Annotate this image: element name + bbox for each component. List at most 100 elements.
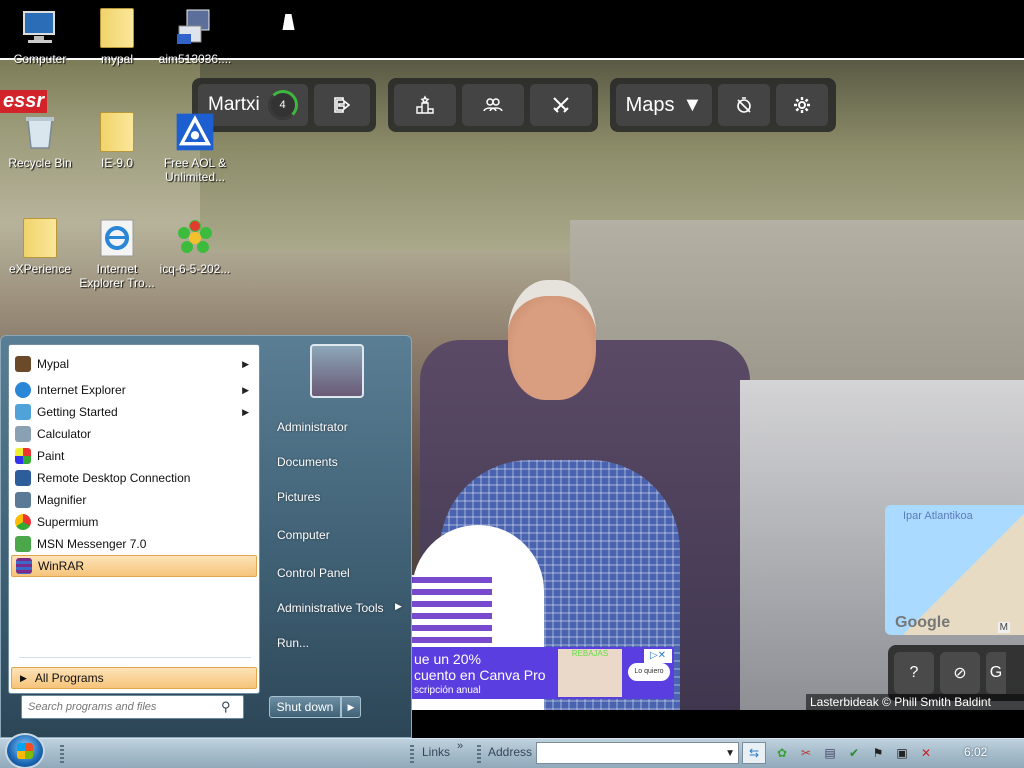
desktop-icon-recycle-bin[interactable]: Recycle Bin xyxy=(0,112,80,170)
logout-button[interactable] xyxy=(313,84,370,126)
podium-icon xyxy=(416,95,434,114)
search-input[interactable] xyxy=(28,701,221,713)
all-programs-button[interactable]: ▶ All Programs xyxy=(11,667,257,689)
links-toolbar[interactable]: Links xyxy=(422,745,450,759)
ad-image: REBAJAS xyxy=(558,649,622,697)
icon-label: IE-9.0 xyxy=(100,156,133,170)
ad-cta-button[interactable]: Lo quiero xyxy=(628,663,670,681)
icon-label: Free AOL & Unlimited... xyxy=(163,156,227,184)
start-item-label: Run... xyxy=(277,636,310,650)
timer-off-button[interactable] xyxy=(718,84,770,126)
program-supermium[interactable]: Supermium xyxy=(11,511,257,533)
guess-button[interactable]: G xyxy=(986,652,1006,694)
toolbar-grip[interactable] xyxy=(410,745,414,763)
start-search-box[interactable]: ⚲ xyxy=(21,695,244,719)
keyboard-shortcuts-icon[interactable]: M xyxy=(997,622,1010,633)
taskbar-grip[interactable] xyxy=(60,745,64,763)
start-menu: Mypal ▶ Internet Explorer ▶ Getting Star… xyxy=(0,335,412,738)
document-tray-icon[interactable]: ▤ xyxy=(822,745,838,761)
go-arrows-icon: ⇆ xyxy=(748,746,760,760)
all-programs-label: All Programs xyxy=(34,671,104,685)
maps-dropdown[interactable]: Maps ▼ xyxy=(616,84,712,126)
icq-tray-icon[interactable]: ✿ xyxy=(774,745,790,761)
guess-label: G xyxy=(989,664,1003,681)
start-item-control-panel[interactable]: Control Panel xyxy=(277,566,350,580)
desktop-icon-ie-troubleshooter[interactable]: Internet Explorer Tro... xyxy=(77,218,157,290)
dropdown-arrow-icon[interactable]: ▼ xyxy=(725,748,735,759)
system-clock[interactable]: 6:02 xyxy=(964,745,987,759)
user-avatar[interactable] xyxy=(310,344,364,398)
supermium-icon xyxy=(15,514,31,530)
desktop-icon-experience[interactable]: eXPerience xyxy=(0,218,80,276)
calculator-icon xyxy=(15,426,31,442)
go-button[interactable]: ⇆ xyxy=(742,742,766,764)
icon-label: mypal xyxy=(100,52,133,66)
program-calculator[interactable]: Calculator xyxy=(11,423,257,445)
folder-icon xyxy=(20,218,60,258)
network-tray-icon[interactable]: ▣ xyxy=(894,745,910,761)
shutdown-button[interactable]: Shut down xyxy=(269,696,341,718)
start-button[interactable] xyxy=(5,733,45,768)
desktop-icon-mypal[interactable]: mypal xyxy=(77,8,157,66)
icon-label: Internet Explorer Tro... xyxy=(79,262,155,290)
program-magnifier[interactable]: Magnifier xyxy=(11,489,257,511)
minimap[interactable]: Ipar Atlantikoa Google M xyxy=(885,505,1024,635)
mypal-icon xyxy=(15,356,31,372)
icon-label: Recycle Bin xyxy=(8,156,72,170)
ad-banner[interactable]: ue un 20% cuento en Canva Pro scripción … xyxy=(412,647,674,699)
program-remote-desktop[interactable]: Remote Desktop Connection xyxy=(11,467,257,489)
volume-muted-icon[interactable]: ✕ xyxy=(918,745,934,761)
ad-line3: scripción anual xyxy=(414,685,481,696)
person-face xyxy=(508,280,596,400)
help-button[interactable]: ? xyxy=(894,652,934,694)
ad-close-icon[interactable]: ▷✕ xyxy=(644,649,672,663)
icon-label: icq-6-5-202... xyxy=(159,262,231,276)
flag-tray-icon[interactable]: ⚑ xyxy=(870,745,886,761)
google-logo: Google xyxy=(895,614,951,631)
start-item-run[interactable]: Run... xyxy=(277,636,309,650)
caret-down-icon: ▼ xyxy=(682,93,703,116)
start-item-label: Pictures xyxy=(277,490,321,504)
getting-started-icon xyxy=(15,404,31,420)
start-item-label: Control Panel xyxy=(277,566,350,580)
start-item-documents[interactable]: Documents xyxy=(277,455,338,469)
desktop-icon-icq[interactable]: icq-6-5-202... xyxy=(155,218,235,276)
start-item-pictures[interactable]: Pictures xyxy=(277,490,320,504)
submenu-arrow-icon: ▶ xyxy=(242,406,249,417)
start-item-computer[interactable]: Computer xyxy=(277,528,330,542)
address-field[interactable]: ▼ xyxy=(536,742,739,764)
program-paint[interactable]: Paint xyxy=(11,445,257,467)
toolbar-grip[interactable] xyxy=(477,745,481,763)
program-msn-messenger[interactable]: MSN Messenger 7.0 xyxy=(11,533,257,555)
start-item-administrative-tools[interactable]: Administrative Tools ▶ xyxy=(277,601,402,615)
program-mypal[interactable]: Mypal ▶ xyxy=(11,353,257,375)
address-input[interactable] xyxy=(539,745,719,761)
start-item-label: Administrator xyxy=(277,420,348,434)
shield-tray-icon[interactable]: ✔ xyxy=(846,745,862,761)
start-item-label: Computer xyxy=(277,528,330,542)
search-icon[interactable]: ⚲ xyxy=(221,699,237,715)
icon-label: Computer xyxy=(13,52,67,66)
desktop-icon-ie9[interactable]: IE-9.0 xyxy=(77,112,157,170)
program-getting-started[interactable]: Getting Started ▶ xyxy=(11,401,257,423)
program-winrar[interactable]: WinRAR xyxy=(11,555,257,577)
settings-button[interactable] xyxy=(776,84,828,126)
program-label: Internet Explorer xyxy=(37,383,126,397)
compass-button[interactable]: ⊘ xyxy=(940,652,980,694)
start-item-label: Administrative Tools xyxy=(277,601,384,615)
tools-tray-icon[interactable]: ✂ xyxy=(798,745,814,761)
desktop-icon-aim-installer[interactable]: aim513036.... xyxy=(155,8,235,66)
program-label: Mypal xyxy=(37,357,70,371)
ad-brand: REBAJAS xyxy=(571,649,609,658)
chevron-icon[interactable]: » xyxy=(457,740,463,752)
duels-button[interactable] xyxy=(530,84,592,126)
leaderboard-button[interactable] xyxy=(394,84,456,126)
desktop-icon-aol[interactable]: Free AOL & Unlimited... xyxy=(155,112,235,184)
submenu-arrow-icon: ▶ xyxy=(242,384,249,395)
shutdown-options-arrow-icon[interactable]: ▶ xyxy=(341,696,361,718)
program-internet-explorer[interactable]: Internet Explorer ▶ xyxy=(11,379,257,401)
desktop-icon-computer[interactable]: Computer xyxy=(0,8,80,66)
start-item-administrator[interactable]: Administrator xyxy=(277,420,348,434)
party-button[interactable] xyxy=(462,84,524,126)
credits-bar: Lasterbideak © Phill Smith Baldint xyxy=(806,694,1024,710)
